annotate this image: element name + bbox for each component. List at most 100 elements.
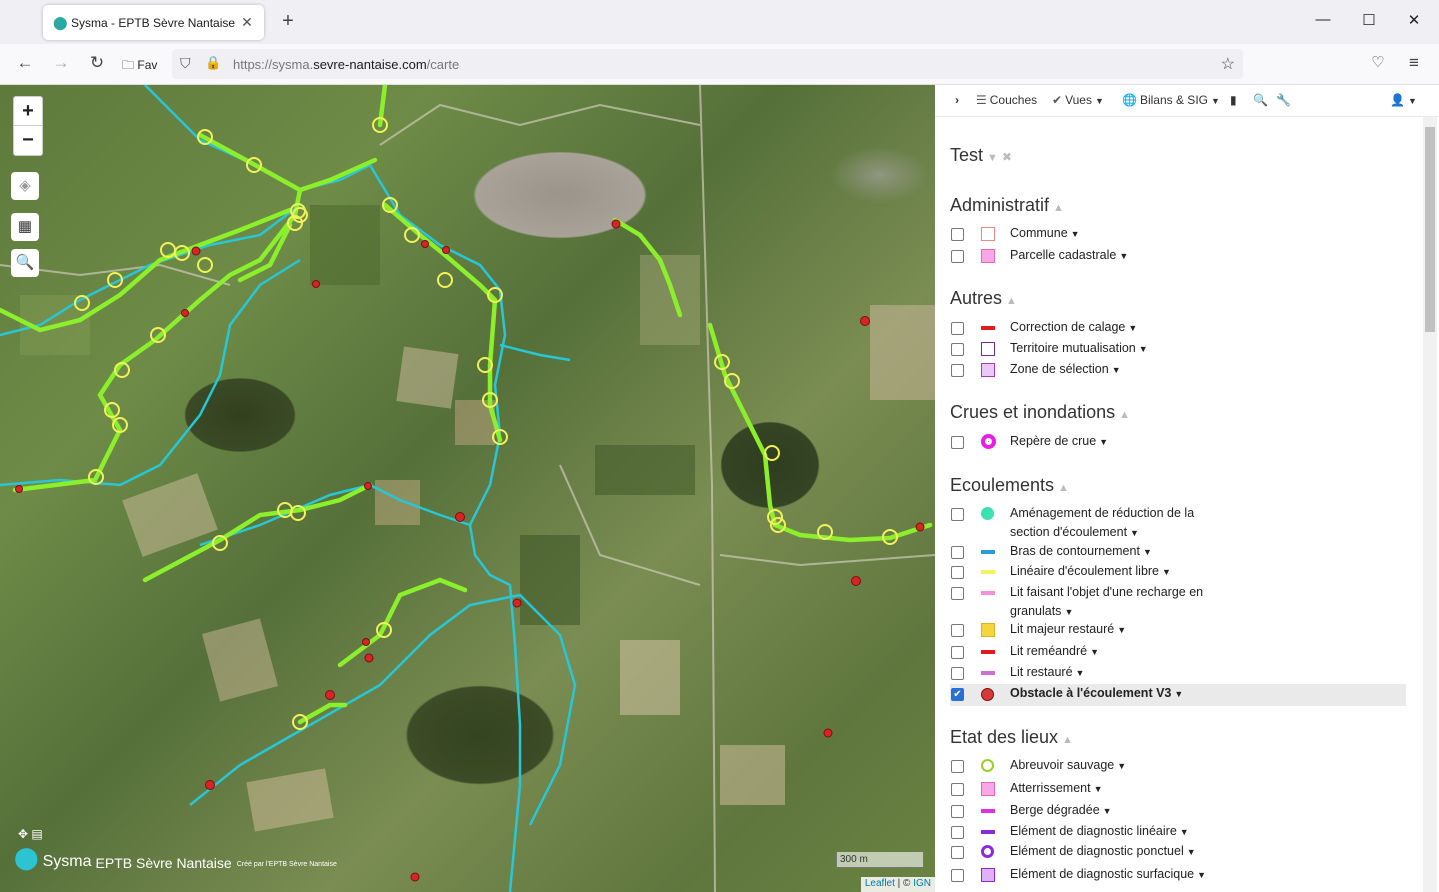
map-view[interactable]: + − ◈ ▦ 🔍 ✥ ▤ ⬤ Sysma EPTB Sèvre Nantais… bbox=[0, 85, 935, 892]
reports-menu[interactable]: 🌐 Bilans & SIG ▼ bbox=[1122, 93, 1220, 107]
close-window-button[interactable]: ✕ bbox=[1404, 11, 1424, 29]
layer-row-atterrissement[interactable]: Atterrissement ▼ bbox=[950, 779, 1406, 799]
views-menu[interactable]: ✔ Vues ▼ bbox=[1052, 93, 1104, 107]
layer-checkbox[interactable] bbox=[951, 846, 964, 859]
shield-icon[interactable]: ⛉ bbox=[180, 55, 191, 72]
layer-row-territoire[interactable]: Territoire mutualisation ▼ bbox=[950, 339, 1406, 359]
bookmark-folder-fav[interactable]: 🗀 Fav bbox=[122, 56, 157, 77]
chevron-down-icon[interactable]: ▼ bbox=[987, 152, 998, 164]
layer-row-recharge-granulats[interactable]: Lit faisant l'objet d'une recharge en gra… bbox=[950, 583, 1406, 621]
layer-row-repere-crue[interactable]: Repère de crue ▼ bbox=[950, 432, 1406, 452]
layer-row-obstacle-ecoulement[interactable]: ✔ Obstacle à l'écoulement V3 ▼ bbox=[950, 684, 1406, 706]
layer-row-amenagement[interactable]: Aménagement de réduction de la section d'… bbox=[950, 504, 1406, 542]
layer-row-berge-degradee[interactable]: Berge dégradée ▼ bbox=[950, 801, 1406, 821]
layer-row-parcelle[interactable]: Parcelle cadastrale ▼ bbox=[950, 246, 1406, 266]
zoom-in-button[interactable]: + bbox=[14, 97, 42, 126]
layer-row-diag-lineaire[interactable]: Elément de diagnostic linéaire ▼ bbox=[950, 822, 1406, 842]
ign-link[interactable]: IGN bbox=[913, 878, 931, 889]
maximize-button[interactable]: ☐ bbox=[1359, 11, 1379, 29]
search-icon[interactable]: 🔍 bbox=[11, 249, 39, 277]
chevron-down-icon: ▼ bbox=[1179, 827, 1189, 837]
book-icon[interactable]: ▮ bbox=[1230, 93, 1237, 107]
chevron-down-icon: ▼ bbox=[1111, 365, 1121, 375]
layer-row-zone-selection[interactable]: Zone de sélection ▼ bbox=[950, 360, 1406, 380]
layer-checkbox[interactable] bbox=[951, 826, 964, 839]
polygon-symbol-icon bbox=[981, 249, 995, 263]
section-test[interactable]: Test ▼ ✖ bbox=[950, 145, 1012, 166]
layer-checkbox[interactable] bbox=[951, 566, 964, 579]
layer-checkbox[interactable] bbox=[951, 322, 964, 335]
layer-checkbox[interactable] bbox=[951, 624, 964, 637]
layer-row-diag-ponctuel[interactable]: Elément de diagnostic ponctuel ▼ bbox=[950, 842, 1406, 862]
remove-icon[interactable]: ✖ bbox=[1002, 150, 1012, 164]
url-text[interactable]: https://sysma.sevre-nantaise.com/carte bbox=[233, 57, 459, 72]
bookmark-star-icon[interactable]: ☆ bbox=[1221, 54, 1235, 74]
menu-icon[interactable]: ≡ bbox=[1403, 53, 1425, 73]
chevron-down-icon: ▼ bbox=[1197, 870, 1207, 880]
forward-arrow-icon[interactable]: → bbox=[50, 53, 72, 73]
zoom-out-button[interactable]: − bbox=[14, 126, 42, 155]
point-symbol-icon bbox=[981, 845, 994, 858]
minimize-button[interactable]: — bbox=[1313, 11, 1333, 28]
new-tab-button[interactable]: + bbox=[278, 10, 298, 33]
wrench-icon[interactable]: 🔧 bbox=[1276, 93, 1291, 107]
layer-label: Zone de sélection ▼ bbox=[1010, 362, 1121, 376]
section-crues[interactable]: Crues et inondations ▲ bbox=[950, 402, 1130, 423]
panel-scrollbar[interactable] bbox=[1423, 117, 1437, 892]
layer-checkbox[interactable] bbox=[951, 250, 964, 263]
layer-label: Aménagement de réduction de la section d'… bbox=[1010, 506, 1195, 539]
section-etat-des-lieux[interactable]: Etat des lieux ▲ bbox=[950, 727, 1073, 748]
section-autres[interactable]: Autres ▲ bbox=[950, 288, 1017, 309]
layer-checkbox[interactable] bbox=[951, 228, 964, 241]
point-symbol-icon bbox=[981, 434, 996, 449]
browser-tabbar: ⬤ Sysma - EPTB Sèvre Nantaise ✕ + — ☐ ✕ bbox=[0, 0, 1439, 44]
layer-checkbox[interactable] bbox=[951, 805, 964, 818]
line-symbol-icon bbox=[981, 550, 995, 554]
search-icon[interactable]: 🔍 bbox=[1253, 93, 1268, 107]
layer-row-diag-surfacique[interactable]: Elément de diagnostic surfacique ▼ bbox=[950, 865, 1406, 885]
list-icon[interactable]: ▤ bbox=[31, 827, 42, 841]
layer-checkbox[interactable] bbox=[951, 343, 964, 356]
layers-menu[interactable]: ☰ Couches bbox=[976, 93, 1037, 107]
layer-checkbox[interactable] bbox=[951, 364, 964, 377]
section-administratif[interactable]: Administratif ▲ bbox=[950, 195, 1064, 216]
chevron-down-icon: ▼ bbox=[1130, 528, 1139, 538]
scrollbar-thumb[interactable] bbox=[1425, 127, 1435, 332]
layer-row-lit-restaure[interactable]: Lit restauré ▼ bbox=[950, 663, 1406, 683]
layers-icon[interactable]: ◈ bbox=[11, 172, 39, 200]
layer-checkbox[interactable] bbox=[951, 587, 964, 600]
line-symbol-icon bbox=[981, 809, 995, 813]
layer-checkbox[interactable] bbox=[951, 508, 964, 521]
back-arrow-icon[interactable]: ← bbox=[14, 53, 36, 73]
user-menu[interactable]: 👤 ▼ bbox=[1390, 93, 1417, 107]
layer-row-lineaire-ecoulement[interactable]: Linéaire d'écoulement libre ▼ bbox=[950, 562, 1406, 582]
layer-checkbox[interactable] bbox=[951, 760, 964, 773]
layer-row-lit-remeandre[interactable]: Lit reméandré ▼ bbox=[950, 642, 1406, 662]
section-ecoulements[interactable]: Ecoulements ▲ bbox=[950, 475, 1069, 496]
layer-checkbox-checked[interactable]: ✔ bbox=[951, 688, 964, 701]
layer-row-commune[interactable]: Commune ▼ bbox=[950, 224, 1406, 244]
layer-row-correction-calage[interactable]: Correction de calage ▼ bbox=[950, 318, 1406, 338]
layer-checkbox[interactable] bbox=[951, 646, 964, 659]
close-tab-icon[interactable]: ✕ bbox=[240, 14, 254, 31]
pocket-icon[interactable]: ♡ bbox=[1367, 53, 1389, 71]
layer-checkbox[interactable] bbox=[951, 436, 964, 449]
layer-label: Commune ▼ bbox=[1010, 226, 1080, 240]
layer-checkbox[interactable] bbox=[951, 667, 964, 680]
collapse-panel-icon[interactable]: › bbox=[955, 93, 959, 107]
layer-row-lit-majeur[interactable]: Lit majeur restauré ▼ bbox=[950, 620, 1406, 640]
layer-checkbox[interactable] bbox=[951, 546, 964, 559]
reload-icon[interactable]: ↻ bbox=[86, 53, 108, 73]
move-icon[interactable]: ✥ bbox=[18, 827, 28, 841]
globe-icon: 🌐 bbox=[1122, 93, 1137, 107]
address-bar[interactable]: ⛉ 🔒 https://sysma.sevre-nantaise.com/car… bbox=[172, 49, 1243, 79]
browser-tab[interactable]: ⬤ Sysma - EPTB Sèvre Nantaise ✕ bbox=[43, 5, 264, 40]
layer-checkbox[interactable] bbox=[951, 783, 964, 796]
layer-row-bras-contournement[interactable]: Bras de contournement ▼ bbox=[950, 542, 1406, 562]
lock-icon[interactable]: 🔒 bbox=[205, 55, 221, 71]
zoom-control: + − bbox=[13, 96, 43, 156]
layer-checkbox[interactable] bbox=[951, 869, 964, 882]
ruler-icon[interactable]: ▦ bbox=[11, 213, 39, 241]
leaflet-link[interactable]: Leaflet bbox=[865, 878, 895, 889]
layer-row-abreuvoir[interactable]: Abreuvoir sauvage ▼ bbox=[950, 756, 1406, 776]
